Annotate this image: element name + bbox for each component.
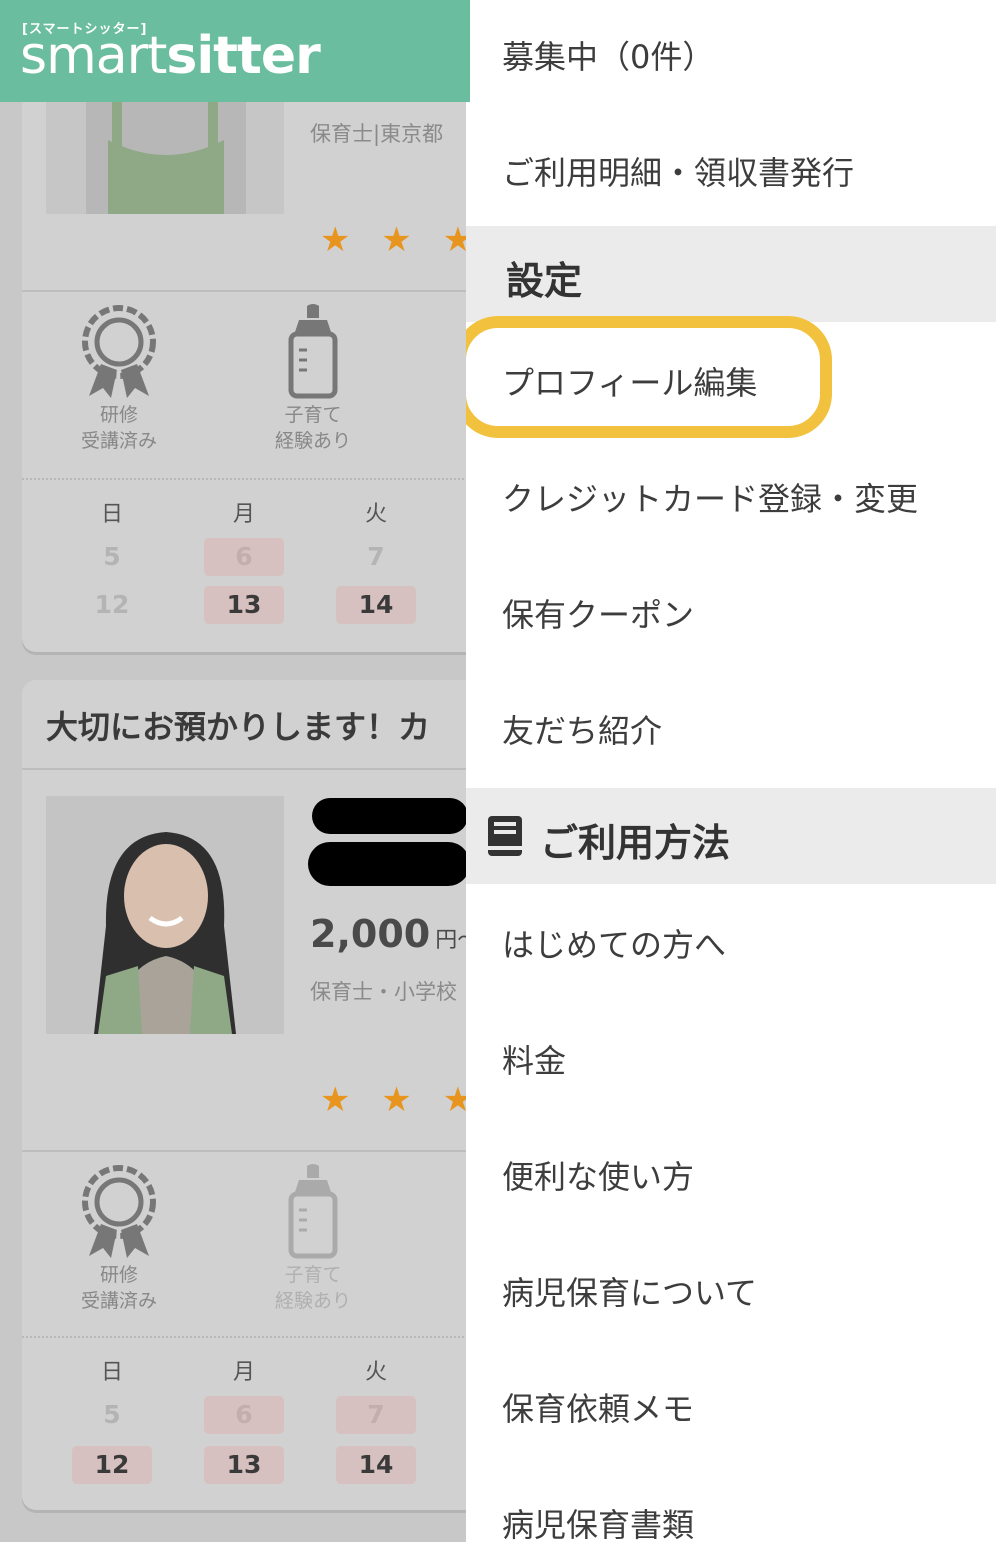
calendar-date: 5 bbox=[103, 542, 121, 571]
calendar-date[interactable]: 7 bbox=[336, 1396, 416, 1434]
app-header: [スマートシッター] smartsitter bbox=[0, 0, 470, 102]
ribbon-award-icon bbox=[54, 1162, 184, 1260]
calendar-date[interactable]: 14 bbox=[336, 586, 416, 624]
card-dotted-divider bbox=[22, 1336, 470, 1338]
calendar-day-header: 日 bbox=[100, 502, 123, 527]
card-divider bbox=[22, 768, 470, 770]
menu-item-pricing[interactable]: 料金 bbox=[502, 1036, 566, 1082]
menu-item-first-time[interactable]: はじめての方へ bbox=[502, 920, 726, 966]
menu-item-credit-card[interactable]: クレジットカード登録・変更 bbox=[502, 474, 918, 520]
card-divider bbox=[22, 290, 470, 292]
menu-item-recruiting[interactable]: 募集中（0件） bbox=[502, 32, 714, 78]
menu-item-sick-childcare[interactable]: 病児保育について bbox=[502, 1268, 757, 1314]
side-drawer-menu: 募集中（0件） ご利用明細・領収書発行 設定 プロフィール編集 クレジットカード… bbox=[466, 0, 996, 1542]
app-background: [スマートシッター] smartsitter 保育士|東京都 ★ ★ ★ ★ bbox=[0, 0, 470, 1542]
feature-parenting: 子育て 経験あり bbox=[248, 1162, 378, 1316]
feature-training: 研修 受講済み bbox=[54, 302, 184, 456]
logo-word-smart: smart bbox=[20, 26, 167, 86]
baby-bottle-icon bbox=[248, 1162, 378, 1260]
redaction-bar bbox=[308, 842, 470, 886]
menu-item-billing-receipts[interactable]: ご利用明細・領収書発行 bbox=[502, 148, 854, 194]
section-usage: ご利用方法 bbox=[466, 788, 996, 884]
calendar-day-header: 日 bbox=[100, 1360, 123, 1385]
section-title-settings: 設定 bbox=[506, 259, 583, 303]
calendar-day-header: 月 bbox=[232, 502, 255, 527]
rating-stars: ★ ★ ★ ★ bbox=[320, 220, 470, 260]
calendar-date[interactable]: 12 bbox=[72, 1446, 152, 1484]
calendar-date[interactable]: 14 bbox=[336, 1446, 416, 1484]
book-icon bbox=[486, 814, 524, 862]
logo-word-sitter: sitter bbox=[166, 26, 320, 86]
price: 2,000 円〜 bbox=[310, 912, 470, 956]
feature-training: 研修 受講済み bbox=[54, 1162, 184, 1316]
price-unit: 円〜 bbox=[435, 928, 470, 953]
section-settings: 設定 bbox=[466, 226, 996, 322]
menu-item-tips[interactable]: 便利な使い方 bbox=[502, 1152, 694, 1198]
calendar-day-header: 月 bbox=[232, 1360, 255, 1385]
feature-label-2: 経験あり bbox=[274, 430, 351, 452]
card-dotted-divider bbox=[22, 478, 470, 480]
sitter-card[interactable]: 保育士|東京都 ★ ★ ★ ★ 研修 受講済み bbox=[22, 40, 470, 652]
rating-stars: ★ ★ ★ ★ bbox=[320, 1080, 470, 1120]
menu-item-request-memo[interactable]: 保育依頼メモ bbox=[502, 1384, 694, 1430]
sitter-meta: 保育士|東京都 bbox=[310, 122, 444, 146]
redaction-bar bbox=[312, 798, 468, 834]
feature-parenting: 子育て 経験あり bbox=[248, 302, 378, 456]
menu-item-coupons[interactable]: 保有クーポン bbox=[502, 590, 694, 636]
calendar-day-header: 火 bbox=[364, 502, 387, 527]
sitter-card[interactable]: 大切にお預かりします！カ 2,000 円〜 保育士・小学校 ★ ★ ★ ★ bbox=[22, 680, 470, 1510]
feature-label-2: 受講済み bbox=[80, 430, 157, 452]
sitter-meta: 保育士・小学校 bbox=[310, 980, 457, 1004]
feature-label-2: 経験あり bbox=[274, 1290, 351, 1312]
calendar-date[interactable]: 13 bbox=[204, 1446, 284, 1484]
sitter-photo[interactable] bbox=[46, 796, 284, 1034]
section-title-usage: ご利用方法 bbox=[540, 821, 731, 865]
price-value: 2,000 bbox=[310, 912, 431, 956]
card-divider bbox=[22, 1150, 470, 1152]
calendar-date: 7 bbox=[367, 542, 385, 571]
calendar-date: 5 bbox=[103, 1400, 121, 1429]
sitter-card-title: 大切にお預かりします！カ bbox=[46, 708, 431, 746]
baby-bottle-icon bbox=[248, 302, 378, 400]
ribbon-award-icon bbox=[54, 302, 184, 400]
smartsitter-logo[interactable]: smartsitter bbox=[20, 30, 321, 82]
calendar-date[interactable]: 6 bbox=[204, 1396, 284, 1434]
menu-item-sick-childcare-docs[interactable]: 病児保育書類 bbox=[502, 1500, 694, 1542]
calendar-date[interactable]: 13 bbox=[204, 586, 284, 624]
feature-label-2: 受講済み bbox=[80, 1290, 157, 1312]
highlight-ring bbox=[466, 316, 832, 438]
calendar-day-header: 火 bbox=[364, 1360, 387, 1385]
menu-item-invite-friends[interactable]: 友だち紹介 bbox=[502, 706, 662, 752]
calendar-date[interactable]: 6 bbox=[204, 538, 284, 576]
calendar-date: 12 bbox=[94, 590, 130, 619]
